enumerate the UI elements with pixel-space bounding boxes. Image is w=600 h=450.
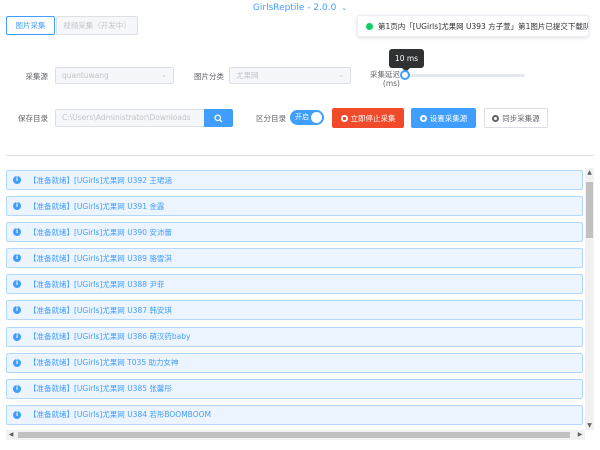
scroll-up-icon[interactable]: ▲ bbox=[585, 168, 594, 177]
save-dir-label: 保存目录 bbox=[18, 114, 48, 123]
delay-unit: (ms) bbox=[382, 79, 400, 88]
app-title[interactable]: GirlsReptile - 2.0.0 ⌄ bbox=[0, 3, 600, 13]
sync-source-button[interactable]: 同步采集源 bbox=[484, 108, 548, 128]
split-dir-switch[interactable]: 开启 bbox=[290, 110, 324, 125]
category-select-value: 尤果网 bbox=[236, 71, 259, 80]
scroll-left-icon[interactable]: ◀ bbox=[6, 430, 16, 440]
list-item-text: 【准备就绪】[UGirls]尤果网 U387 韩安琪 bbox=[29, 305, 172, 315]
list-item: i 【准备就绪】[UGirls]尤果网 T035 助力女神 bbox=[6, 352, 583, 373]
search-icon bbox=[214, 113, 223, 123]
list-item: i 【准备就绪】[UGirls]尤果网 U388 尹菲 bbox=[6, 274, 583, 295]
list-item-text: 【准备就绪】[UGirls]尤果网 U389 骆雪淇 bbox=[29, 253, 172, 263]
delay-slider-track[interactable] bbox=[405, 74, 525, 77]
list-item-text: 【准备就绪】[UGirls]尤果网 U384 若彤BOOMBOOM bbox=[29, 410, 211, 420]
settings-icon bbox=[419, 114, 427, 122]
notification-toast: 第1页内「[UGirls]尤果网 U393 方子萱」第1图片已提交下载队列 bbox=[357, 15, 589, 37]
split-switch-text: 开启 bbox=[295, 113, 309, 121]
title-bar: GirlsReptile - 2.0.0 ⌄ bbox=[0, 0, 600, 16]
info-icon: i bbox=[13, 410, 21, 419]
list-item-text: 【准备就绪】[UGirls]尤果网 U392 王珺涵 bbox=[29, 175, 172, 185]
info-icon: i bbox=[13, 280, 21, 289]
list-item: i 【准备就绪】[UGirls]尤果网 U384 若彤BOOMBOOM bbox=[6, 404, 583, 425]
category-label: 图片分类 bbox=[194, 72, 224, 81]
scroll-thumb[interactable] bbox=[586, 182, 593, 238]
source-select-value: quantuwang bbox=[62, 71, 109, 80]
sync-icon bbox=[492, 114, 500, 122]
chevron-down-icon: ⌄ bbox=[161, 71, 167, 79]
split-dir-label: 区分目录 bbox=[256, 114, 286, 123]
delay-label: 采集延迟 (ms) bbox=[364, 70, 400, 88]
source-label: 采集源 bbox=[25, 72, 49, 81]
save-path-input[interactable]: C:\Users\Administrator\Downloads bbox=[55, 109, 204, 127]
info-icon: i bbox=[13, 306, 21, 315]
info-icon: i bbox=[13, 332, 21, 341]
list-item-text: 【准备就绪】[UGirls]尤果网 U391 金露 bbox=[29, 201, 165, 211]
stop-collect-button[interactable]: 立即停止采集 bbox=[332, 108, 404, 128]
stop-icon bbox=[340, 114, 348, 122]
log-list: i 【准备就绪】[UGirls]尤果网 U392 王珺涵 i 【准备就绪】[UGirl… bbox=[6, 170, 583, 431]
stop-collect-label: 立即停止采集 bbox=[350, 113, 396, 123]
vertical-scrollbar[interactable]: ▲ ▼ bbox=[585, 168, 594, 430]
category-select: 尤果网 ⌄ bbox=[229, 67, 351, 84]
info-icon: i bbox=[13, 384, 21, 393]
scroll-right-icon[interactable]: ▶ bbox=[575, 430, 585, 440]
list-item-text: 【准备就绪】[UGirls]尤果网 U388 尹菲 bbox=[29, 279, 165, 289]
tab-video-collect: 视频采集（开发中） bbox=[56, 16, 138, 35]
info-icon: i bbox=[13, 358, 21, 367]
info-icon: i bbox=[13, 202, 21, 211]
scroll-down-icon[interactable]: ▼ bbox=[585, 421, 594, 430]
delay-label-text: 采集延迟 bbox=[370, 70, 400, 79]
info-icon: i bbox=[13, 228, 21, 237]
browse-folder-button[interactable] bbox=[204, 109, 233, 127]
switch-knob bbox=[311, 112, 322, 123]
success-dot-icon bbox=[366, 22, 373, 30]
tab-image-collect[interactable]: 图片采集 bbox=[6, 16, 55, 35]
list-item: i 【准备就绪】[UGirls]尤果网 U391 金露 bbox=[6, 196, 583, 217]
app-title-text: GirlsReptile - 2.0.0 bbox=[252, 3, 337, 13]
list-item-text: 【准备就绪】[UGirls]尤果网 U386 萌汉药baby bbox=[29, 332, 191, 342]
list-item: i 【准备就绪】[UGirls]尤果网 U386 萌汉药baby bbox=[6, 326, 583, 347]
notification-text: 第1页内「[UGirls]尤果网 U393 方子萱」第1图片已提交下载队列 bbox=[378, 21, 588, 31]
info-icon: i bbox=[13, 176, 21, 184]
chevron-down-icon[interactable]: ⌄ bbox=[341, 4, 347, 12]
list-item: i 【准备就绪】[UGirls]尤果网 U385 张馨彤 bbox=[6, 378, 583, 399]
list-item: i 【准备就绪】[UGirls]尤果网 U389 骆雪淇 bbox=[6, 248, 583, 269]
info-icon: i bbox=[13, 254, 21, 263]
list-item-text: 【准备就绪】[UGirls]尤果网 U390 安沛蕾 bbox=[29, 227, 172, 237]
delay-tooltip: 10 ms bbox=[389, 49, 424, 72]
divider bbox=[6, 155, 594, 156]
list-item: i 【准备就绪】[UGirls]尤果网 U390 安沛蕾 bbox=[6, 222, 583, 243]
set-source-button[interactable]: 设置采集源 bbox=[411, 108, 476, 128]
delay-slider-handle[interactable] bbox=[400, 70, 410, 80]
set-source-label: 设置采集源 bbox=[429, 113, 468, 123]
scroll-thumb-horizontal[interactable] bbox=[18, 432, 570, 438]
list-item-text: 【准备就绪】[UGirls]尤果网 U385 张馨彤 bbox=[29, 384, 172, 394]
horizontal-scrollbar[interactable]: ◀ ▶ bbox=[6, 430, 585, 440]
sync-source-label: 同步采集源 bbox=[502, 113, 540, 123]
chevron-down-icon: ⌄ bbox=[338, 71, 344, 79]
list-item: i 【准备就绪】[UGirls]尤果网 U387 韩安琪 bbox=[6, 300, 583, 321]
list-item: i 【准备就绪】[UGirls]尤果网 U392 王珺涵 bbox=[6, 170, 583, 190]
list-item-text: 【准备就绪】[UGirls]尤果网 T035 助力女神 bbox=[29, 358, 179, 368]
source-select: quantuwang ⌄ bbox=[55, 67, 174, 84]
